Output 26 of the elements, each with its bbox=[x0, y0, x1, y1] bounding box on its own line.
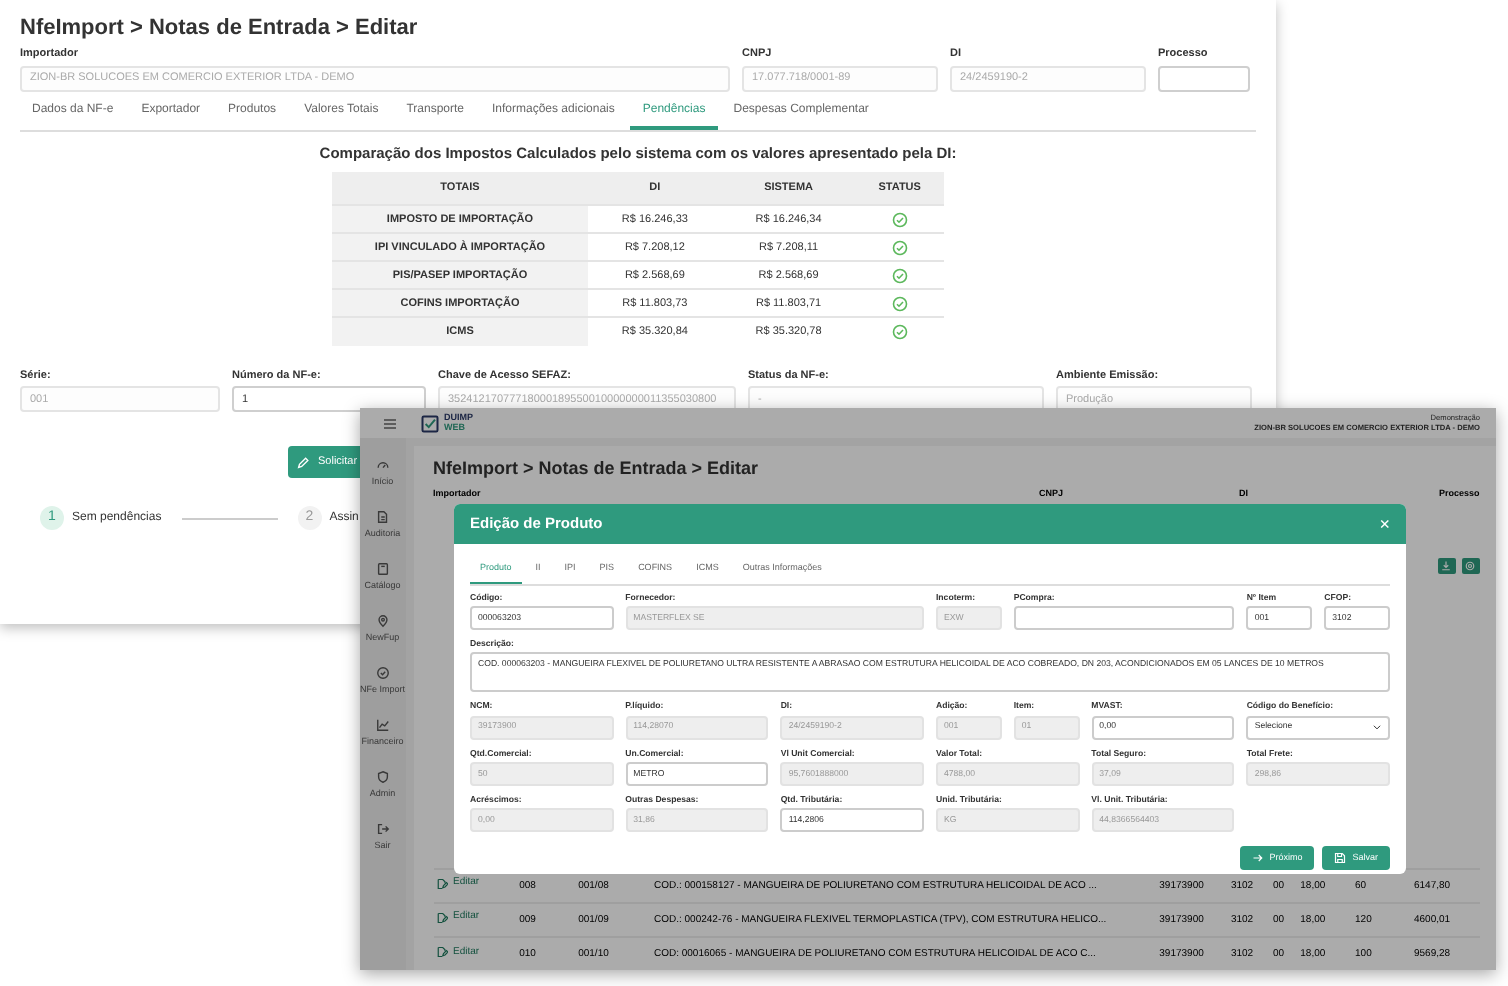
checkbox-logo-icon bbox=[420, 413, 440, 433]
logout-icon bbox=[375, 822, 390, 837]
page-title: NfeImport > Notas de Entrada > Editar bbox=[20, 16, 420, 43]
settings-button[interactable] bbox=[1461, 558, 1480, 575]
input-field[interactable] bbox=[1013, 606, 1235, 631]
check-circle-icon bbox=[375, 666, 390, 681]
edit-icon bbox=[435, 946, 448, 959]
edit-icon bbox=[435, 878, 448, 891]
settings-icon bbox=[1464, 560, 1477, 573]
floppy-disk-icon bbox=[1334, 852, 1347, 865]
chevron-down-icon bbox=[1371, 722, 1382, 733]
page-title: NfeImport > Notas de Entrada > Editar bbox=[433, 456, 761, 482]
edit-icon bbox=[435, 912, 448, 925]
download-button[interactable] bbox=[1437, 558, 1456, 575]
book-icon bbox=[375, 562, 390, 577]
close-button[interactable]: × bbox=[1379, 515, 1390, 533]
gauge-icon bbox=[375, 458, 390, 473]
download-icon bbox=[1440, 560, 1453, 573]
shield-icon bbox=[375, 770, 390, 785]
arrow-right-icon bbox=[1251, 852, 1264, 865]
pencil-icon bbox=[296, 455, 310, 470]
input-field[interactable] bbox=[1158, 65, 1250, 92]
document-icon bbox=[375, 510, 390, 525]
menu-icon[interactable] bbox=[382, 415, 398, 431]
map-pin-icon bbox=[375, 614, 390, 629]
line-chart-icon bbox=[375, 718, 390, 733]
